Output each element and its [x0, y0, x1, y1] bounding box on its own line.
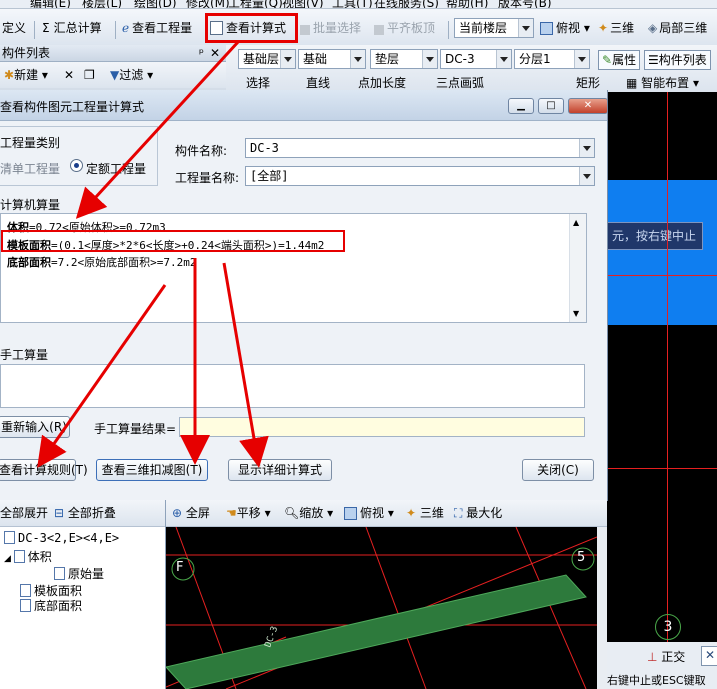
annotation-arrows [37, 40, 269, 468]
